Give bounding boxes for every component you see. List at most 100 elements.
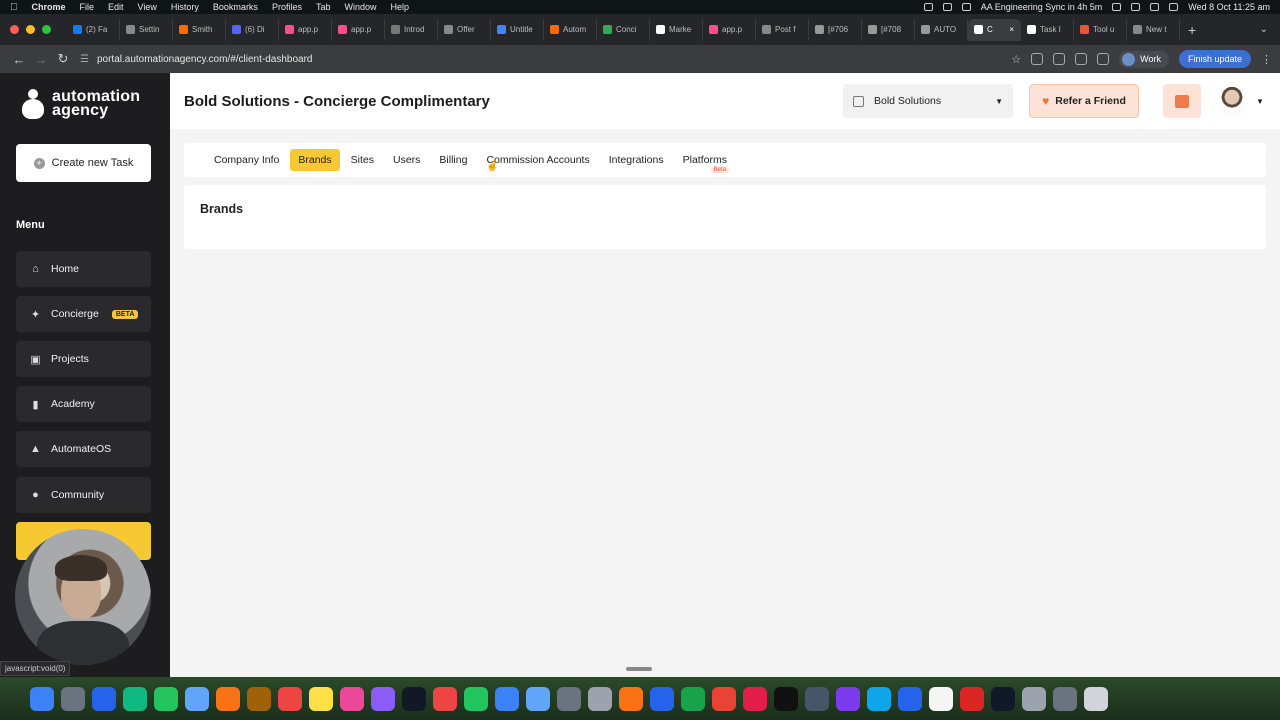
dock-app-icon[interactable] xyxy=(619,686,643,711)
browser-tab[interactable]: app.p xyxy=(279,18,332,41)
sidebar-item-concierge[interactable]: ✦ Concierge BETA xyxy=(16,296,151,332)
browser-tab[interactable]: AUTO xyxy=(915,18,968,41)
dock-app-icon[interactable] xyxy=(185,686,209,711)
dock-app-icon[interactable] xyxy=(991,686,1015,711)
dock-app-icon[interactable] xyxy=(340,686,364,711)
menubar-profiles[interactable]: Profiles xyxy=(272,2,302,12)
browser-tab[interactable]: Conci xyxy=(597,18,650,41)
extension-icon[interactable] xyxy=(1031,53,1044,65)
profile-button[interactable]: Work xyxy=(1119,50,1169,68)
dock-app-icon[interactable] xyxy=(960,686,984,711)
browser-tab[interactable]: Tool u xyxy=(1074,18,1127,41)
dock-app-icon[interactable] xyxy=(495,686,519,711)
dock-app-icon[interactable] xyxy=(433,686,457,711)
dock-app-icon[interactable] xyxy=(402,686,426,711)
menubar-help[interactable]: Help xyxy=(390,2,409,12)
browser-tab[interactable]: Task I xyxy=(1021,18,1074,41)
wifi-icon[interactable] xyxy=(1131,3,1141,11)
extension-icon[interactable] xyxy=(1053,53,1066,65)
dock-app-icon[interactable] xyxy=(836,686,860,711)
dock-app-icon[interactable] xyxy=(929,686,953,711)
dock-app-icon[interactable] xyxy=(371,686,395,711)
finish-update-button[interactable]: Finish update xyxy=(1178,50,1251,68)
menubar-history[interactable]: History xyxy=(171,2,199,12)
menubar-window[interactable]: Window xyxy=(344,2,376,12)
browser-tab[interactable]: New t xyxy=(1127,18,1180,41)
browser-tab[interactable]: Autom xyxy=(544,18,597,41)
dock-app-icon[interactable] xyxy=(123,686,147,711)
status-icon[interactable] xyxy=(1112,3,1122,11)
browser-tab[interactable]: Marke xyxy=(650,18,703,41)
dock-app-icon[interactable] xyxy=(1053,686,1077,711)
close-window-button[interactable] xyxy=(10,25,19,34)
menubar-edit[interactable]: Edit xyxy=(108,2,124,12)
tab-search-chevron-icon[interactable]: ⌄ xyxy=(1260,24,1268,35)
sidebar-item-community[interactable]: ● Community xyxy=(16,477,151,513)
browser-tab[interactable]: app.p xyxy=(703,18,756,41)
dock-app-icon[interactable] xyxy=(61,686,85,711)
url-text[interactable]: portal.automationagency.com/#/client-das… xyxy=(97,54,313,65)
menubar-app-name[interactable]: Chrome xyxy=(32,2,66,12)
company-select[interactable]: Bold Solutions ▼ xyxy=(843,84,1013,118)
dock-app-icon[interactable] xyxy=(743,686,767,711)
sync-status[interactable]: AA Engineering Sync in 4h 5m xyxy=(981,2,1103,12)
more-menu-icon[interactable]: ⋮ xyxy=(1261,53,1272,66)
dock-app-icon[interactable] xyxy=(1084,686,1108,711)
browser-tab[interactable]: Offer xyxy=(438,18,491,41)
dock-app-icon[interactable] xyxy=(464,686,488,711)
dock-app-icon[interactable] xyxy=(309,686,333,711)
tab-billing[interactable]: Billing xyxy=(431,149,475,171)
dock-app-icon[interactable] xyxy=(526,686,550,711)
dock-app-icon[interactable] xyxy=(588,686,612,711)
browser-tab[interactable]: (2) Fa xyxy=(67,18,120,41)
sidebar-item-academy[interactable]: ▮ Academy xyxy=(16,386,151,422)
tab-brands[interactable]: Brands xyxy=(290,149,340,171)
tab-users[interactable]: Users xyxy=(385,149,428,171)
address-bar[interactable]: ☰ portal.automationagency.com/#/client-d… xyxy=(80,49,1011,69)
dock-app-icon[interactable] xyxy=(805,686,829,711)
browser-tab[interactable]: Introd xyxy=(385,18,438,41)
tab-company-info[interactable]: Company Info xyxy=(206,149,287,171)
dock-app-icon[interactable] xyxy=(247,686,271,711)
bookmark-star-icon[interactable]: ☆ xyxy=(1011,53,1021,66)
menubar-clock[interactable]: Wed 8 Oct 11:25 am xyxy=(1188,2,1270,12)
reload-button[interactable]: ↻ xyxy=(52,51,74,67)
tab-sites[interactable]: Sites xyxy=(343,149,382,171)
dock-app-icon[interactable] xyxy=(681,686,705,711)
browser-tab[interactable]: Untitle xyxy=(491,18,544,41)
browser-tab[interactable]: Post f xyxy=(756,18,809,41)
dock-app-icon[interactable] xyxy=(278,686,302,711)
browser-tab[interactable]: [#708 xyxy=(862,18,915,41)
extensions-puzzle-icon[interactable] xyxy=(1097,53,1110,65)
dock-app-icon[interactable] xyxy=(92,686,116,711)
dock-app-icon[interactable] xyxy=(867,686,891,711)
browser-tab[interactable]: [#706 xyxy=(809,18,862,41)
browser-tab[interactable]: Smith xyxy=(173,18,226,41)
tab-integrations[interactable]: Integrations xyxy=(601,149,672,171)
browser-tab[interactable]: Settin xyxy=(120,18,173,41)
user-avatar[interactable] xyxy=(1218,85,1246,117)
status-icon[interactable] xyxy=(961,3,971,11)
control-center-icon[interactable] xyxy=(1169,3,1179,11)
dock-app-icon[interactable] xyxy=(154,686,178,711)
dock-app-icon[interactable] xyxy=(650,686,674,711)
scroll-handle[interactable] xyxy=(626,667,652,671)
status-icon[interactable] xyxy=(942,3,952,11)
back-button[interactable]: ← xyxy=(8,52,30,67)
menubar-view[interactable]: View xyxy=(138,2,157,12)
browser-tab[interactable]: C × xyxy=(968,18,1021,41)
dock-app-icon[interactable] xyxy=(557,686,581,711)
dock-app-icon[interactable] xyxy=(898,686,922,711)
dock-app-icon[interactable] xyxy=(774,686,798,711)
calendar-button[interactable] xyxy=(1163,84,1201,118)
apple-icon[interactable]:  xyxy=(10,2,18,13)
dock-app-icon[interactable] xyxy=(1022,686,1046,711)
browser-tab[interactable]: app.p xyxy=(332,18,385,41)
menubar-tab[interactable]: Tab xyxy=(316,2,331,12)
forward-button[interactable]: → xyxy=(30,52,52,67)
menubar-bookmarks[interactable]: Bookmarks xyxy=(213,2,258,12)
refer-friend-button[interactable]: ♥ Refer a Friend xyxy=(1029,84,1139,118)
menubar-file[interactable]: File xyxy=(80,2,95,12)
chevron-down-icon[interactable]: ▼ xyxy=(1256,97,1264,106)
sidebar-item-projects[interactable]: ▣ Projects xyxy=(16,341,151,377)
